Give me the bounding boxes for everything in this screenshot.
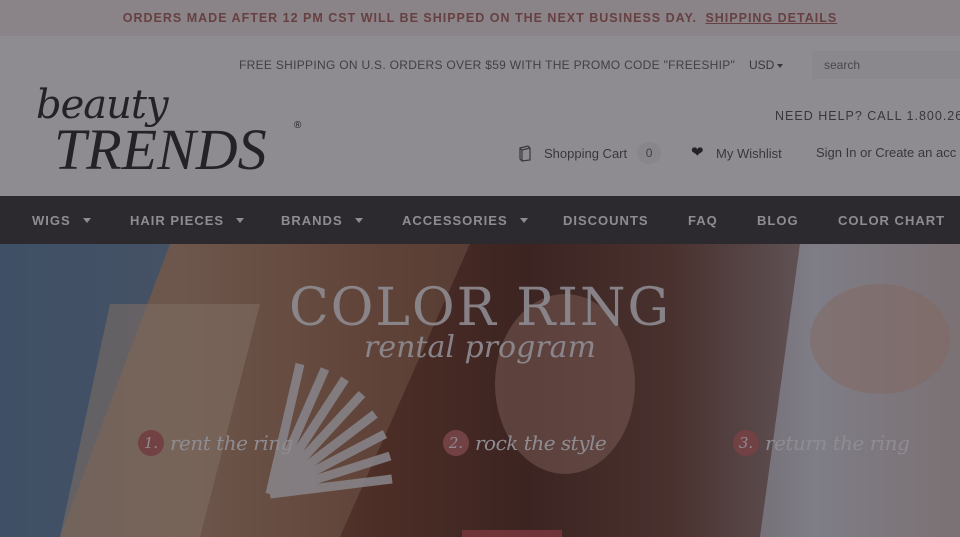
caret-down-icon [519,218,528,224]
shopping-bag-icon [519,145,531,162]
site-logo[interactable]: beauty TRENDS ® [34,82,314,182]
main-nav: WIGS HAIR PIECES BRANDS ACCESSORIES DISC… [0,196,960,244]
shopping-cart-link[interactable]: Shopping Cart 0 [518,142,662,164]
step-number: 1. [138,430,164,456]
free-shipping-note: FREE SHIPPING ON U.S. ORDERS OVER $59 WI… [239,58,736,72]
search-input[interactable] [812,51,960,79]
hero-subtitle: rental program [364,330,596,365]
nav-item-label: WIGS [32,213,71,228]
step-number: 2. [443,430,469,456]
nav-item-label: ACCESSORIES [402,213,508,228]
hero-cta-button[interactable] [462,530,562,537]
hero-step-1: 1. rent the ring [138,430,293,456]
registered-mark: ® [294,120,302,131]
hero-banner[interactable]: COLOR RING rental program 1. rent the ri… [0,244,960,537]
announcement-bar: ORDERS MADE AFTER 12 PM CST WILL BE SHIP… [0,0,960,36]
sign-in-link[interactable]: Sign In or Create an acc [816,143,956,163]
nav-item-faq[interactable]: FAQ [688,196,718,244]
nav-item-accessories[interactable]: ACCESSORIES [402,196,528,244]
nav-item-label: COLOR CHART [838,213,946,228]
step-text: rock the style [475,431,607,455]
nav-item-label: BLOG [757,213,799,228]
currency-label: USD [749,58,775,72]
caret-down-icon [82,218,91,224]
nav-item-blog[interactable]: BLOG [757,196,799,244]
hero-step-2: 2. rock the style [443,430,607,456]
heart-icon: ❤ [691,144,704,161]
currency-selector[interactable]: USD [749,58,784,72]
shipping-details-link[interactable]: SHIPPING DETAILS [705,11,837,25]
nav-item-label: BRANDS [281,213,343,228]
nav-item-brands[interactable]: BRANDS [281,196,363,244]
nav-item-color-chart[interactable]: COLOR CHART [838,196,945,244]
step-text: rent the ring [170,431,293,455]
hero-step-3: 3. return the ring [733,430,910,456]
step-text: return the ring [765,431,910,455]
wishlist-label: My Wishlist [716,145,782,161]
wishlist-link[interactable]: ❤ My Wishlist [691,143,782,163]
nav-item-hair-pieces[interactable]: HAIR PIECES [130,196,245,244]
announcement-text: ORDERS MADE AFTER 12 PM CST WILL BE SHIP… [122,11,697,25]
nav-item-wigs[interactable]: WIGS [32,196,91,244]
nav-item-label: DISCOUNTS [563,213,649,228]
help-phone[interactable]: NEED HELP? CALL 1.800.268 [775,109,960,123]
nav-item-label: HAIR PIECES [130,213,225,228]
caret-down-icon [777,63,784,68]
site-header: FREE SHIPPING ON U.S. ORDERS OVER $59 WI… [0,36,960,196]
caret-down-icon [354,218,363,224]
caret-down-icon [236,218,245,224]
step-number: 3. [733,430,759,456]
logo-wordmark-trends: TRENDS [54,117,267,182]
cart-count-badge: 0 [637,142,662,164]
nav-item-label: FAQ [688,213,718,228]
nav-item-discounts[interactable]: DISCOUNTS [563,196,649,244]
cart-label: Shopping Cart [544,145,628,161]
hero-title: COLOR RING [289,278,671,338]
